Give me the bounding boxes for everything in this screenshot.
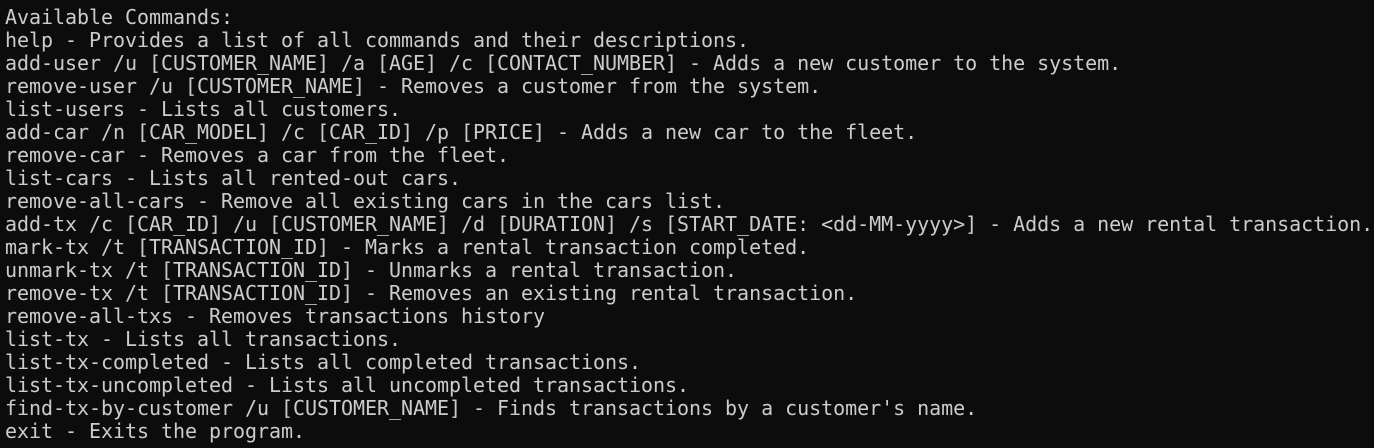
- command-line-list-cars: list-cars - Lists all rented-out cars.: [5, 166, 462, 190]
- command-line-list-tx: list-tx - Lists all transactions.: [5, 327, 402, 351]
- command-line-add-car: add-car /n [CAR_MODEL] /c [CAR_ID] /p [P…: [5, 120, 918, 144]
- command-line-remove-tx: remove-tx /t [TRANSACTION_ID] - Removes …: [5, 281, 858, 305]
- commands-heading: Available Commands:: [5, 5, 234, 29]
- command-line-unmark-tx: unmark-tx /t [TRANSACTION_ID] - Unmarks …: [5, 258, 738, 282]
- command-line-add-user: add-user /u [CUSTOMER_NAME] /a [AGE] /c …: [5, 51, 1122, 75]
- command-line-add-tx: add-tx /c [CAR_ID] /u [CUSTOMER_NAME] /d…: [5, 212, 1374, 236]
- command-line-list-tx-uncompleted: list-tx-uncompleted - Lists all uncomple…: [5, 373, 690, 397]
- command-line-remove-car: remove-car - Removes a car from the flee…: [5, 143, 510, 167]
- command-line-remove-user: remove-user /u [CUSTOMER_NAME] - Removes…: [5, 74, 822, 98]
- command-line-list-tx-completed: list-tx-completed - Lists all completed …: [5, 350, 642, 374]
- command-line-exit: exit - Exits the program.: [5, 419, 306, 443]
- command-line-mark-tx: mark-tx /t [TRANSACTION_ID] - Marks a re…: [5, 235, 810, 259]
- command-line-remove-all-cars: remove-all-cars - Remove all existing ca…: [5, 189, 726, 213]
- command-line-help: help - Provides a list of all commands a…: [5, 28, 750, 52]
- command-line-find-tx-by-customer: find-tx-by-customer /u [CUSTOMER_NAME] -…: [5, 396, 978, 420]
- terminal-window[interactable]: ----------------------------------------…: [0, 0, 1374, 448]
- command-line-list-users: list-users - Lists all customers.: [5, 97, 402, 121]
- command-line-remove-all-txs: remove-all-txs - Removes transactions hi…: [5, 304, 546, 328]
